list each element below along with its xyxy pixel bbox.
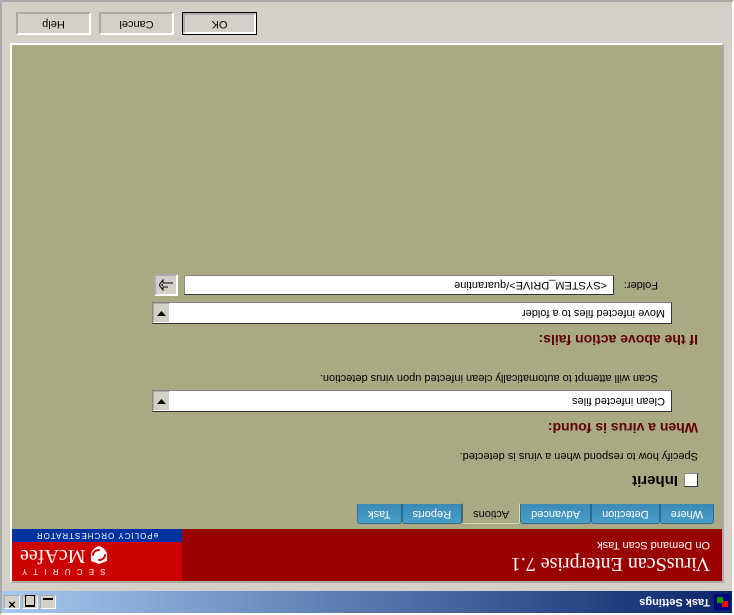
tab-task[interactable]: Task bbox=[357, 504, 402, 524]
tab-detection[interactable]: Detection bbox=[591, 504, 659, 524]
help-button[interactable]: Help bbox=[16, 12, 91, 35]
folder-field[interactable]: <SYSTEM_DRIVE>/quarantine bbox=[184, 275, 614, 295]
security-label: S E C U R I T Y bbox=[20, 567, 174, 576]
browse-button[interactable] bbox=[154, 274, 178, 296]
titlebar[interactable]: Task Settings ✕ bbox=[2, 591, 732, 613]
folder-label: Folder: bbox=[614, 279, 658, 291]
when-found-title: When a virus is found: bbox=[36, 420, 698, 436]
browse-arrow-icon bbox=[159, 279, 173, 291]
task-settings-window: Task Settings ✕ VirusScan Enterprise 7.1… bbox=[0, 0, 734, 615]
intro-text: Specify how to respond when a virus is d… bbox=[36, 450, 698, 462]
chevron-down-icon bbox=[157, 398, 166, 404]
product-name: VirusScan Enterprise 7.1 bbox=[194, 553, 710, 575]
content-area: VirusScan Enterprise 7.1 On Demand Scan … bbox=[2, 2, 732, 591]
primary-action-desc: Scan will attempt to automatically clean… bbox=[36, 372, 658, 384]
brand-row: McAfee bbox=[20, 544, 174, 567]
main-panel: VirusScan Enterprise 7.1 On Demand Scan … bbox=[10, 43, 724, 583]
inherit-row: Inherit bbox=[36, 472, 698, 489]
ok-button[interactable]: OK bbox=[182, 12, 257, 35]
primary-action-value: Clean infected files bbox=[170, 395, 671, 407]
tab-reports[interactable]: Reports bbox=[402, 504, 463, 524]
tab-advanced[interactable]: Advanced bbox=[520, 504, 591, 524]
close-button[interactable]: ✕ bbox=[4, 595, 20, 609]
tab-body: Inherit Specify how to respond when a vi… bbox=[12, 45, 722, 505]
dialog-buttons: OK Cancel Help bbox=[10, 10, 724, 43]
primary-action-select[interactable]: Clean infected files bbox=[152, 390, 672, 412]
app-icon bbox=[714, 594, 730, 610]
tab-actions[interactable]: Actions bbox=[462, 503, 520, 524]
brand-name: McAfee bbox=[20, 544, 86, 567]
primary-action-drop-icon[interactable] bbox=[153, 391, 170, 411]
header-right: S E C U R I T Y McAfee ePOLICY ORCHESTRA… bbox=[12, 529, 182, 581]
maximize-button[interactable] bbox=[22, 595, 38, 609]
tab-where[interactable]: Where bbox=[660, 504, 714, 524]
folder-row: Folder: <SYSTEM_DRIVE>/quarantine bbox=[36, 274, 658, 296]
epolicy-label: ePOLICY ORCHESTRATOR bbox=[12, 529, 182, 542]
secondary-action-select[interactable]: Move infected files to a folder bbox=[152, 302, 672, 324]
header-left: VirusScan Enterprise 7.1 On Demand Scan … bbox=[182, 529, 722, 581]
secondary-action-drop-icon[interactable] bbox=[153, 303, 170, 323]
window-title: Task Settings bbox=[58, 596, 710, 608]
cancel-button[interactable]: Cancel bbox=[99, 12, 174, 35]
inherit-checkbox[interactable] bbox=[684, 474, 698, 488]
minimize-button[interactable] bbox=[40, 595, 56, 609]
secondary-action-value: Move infected files to a folder bbox=[170, 307, 671, 319]
mcafee-shield-icon bbox=[90, 547, 108, 565]
chevron-down-icon bbox=[157, 310, 166, 316]
tab-strip: Where Detection Advanced Actions Reports… bbox=[12, 505, 722, 529]
panel-header: VirusScan Enterprise 7.1 On Demand Scan … bbox=[12, 529, 722, 581]
task-name: On Demand Scan Task bbox=[194, 539, 710, 551]
fails-title: If the above action fails: bbox=[36, 332, 698, 348]
inherit-label: Inherit bbox=[632, 472, 678, 489]
